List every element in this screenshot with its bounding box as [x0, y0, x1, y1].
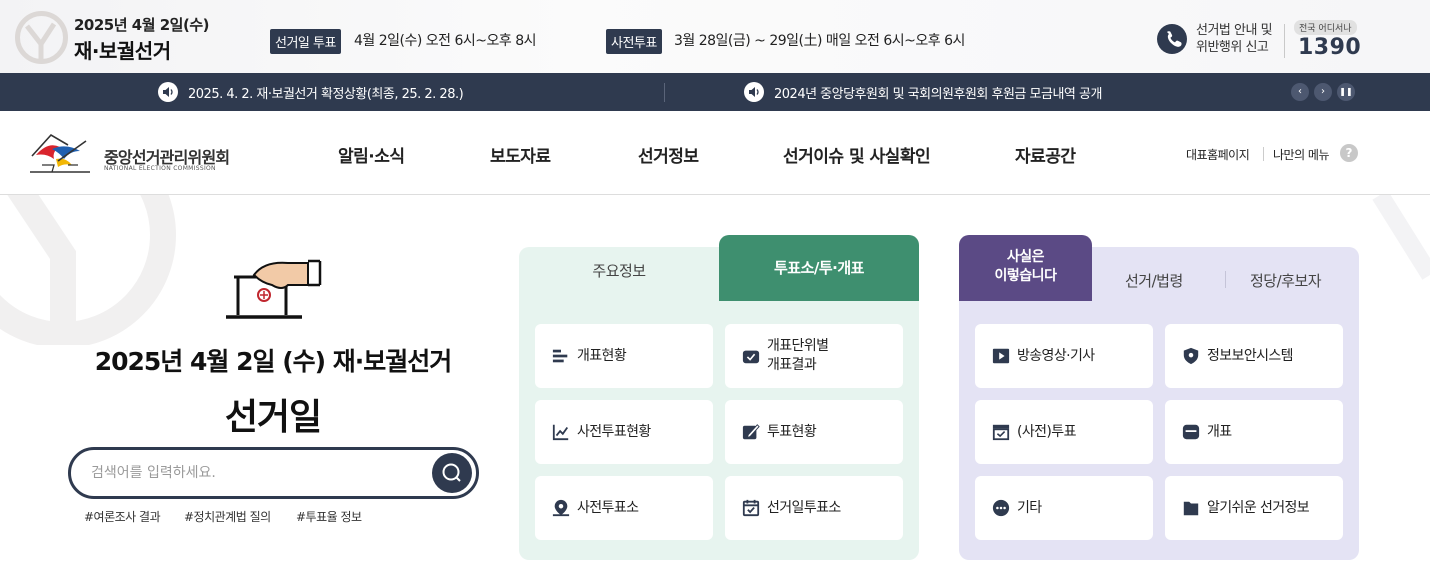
speaker-icon	[744, 82, 764, 102]
edit-check-icon	[741, 422, 761, 442]
tab-facts[interactable]: 사실은 이렇습니다	[959, 235, 1092, 301]
main-homepage-link[interactable]: 대표홈페이지	[1186, 146, 1250, 163]
location-pin-icon	[551, 498, 571, 518]
search-tag-law[interactable]: #정치관계법 질의	[184, 508, 271, 525]
help-icon[interactable]: ?	[1340, 144, 1358, 162]
chevron-right-icon: ›	[1321, 86, 1325, 97]
turnout-status-link[interactable]: 투표현황	[725, 400, 903, 464]
early-vote-tag: 사전투표	[606, 29, 662, 54]
trend-chart-icon	[551, 422, 571, 442]
pause-button[interactable]: ❚❚	[1337, 83, 1355, 101]
counting-box-icon	[1181, 422, 1201, 442]
folder-icon	[1181, 498, 1201, 518]
more-dots-icon	[991, 498, 1011, 518]
tab-polling-counting[interactable]: 투표소/투·개표	[719, 235, 919, 301]
ballot-box-icon	[741, 346, 761, 366]
shield-icon	[1181, 346, 1201, 366]
search-tag-turnout[interactable]: #투표율 정보	[296, 508, 362, 525]
early-polling-station-link[interactable]: 사전투표소	[535, 476, 713, 540]
next-button[interactable]: ›	[1314, 83, 1332, 101]
nav-menu-election-info[interactable]: 선거정보	[638, 142, 699, 167]
hotline-badge: 전국 어디서나	[1294, 20, 1357, 35]
notice-link-2[interactable]: 2024년 중앙당후원회 및 국회의원후원회 후원금 모금내역 공개	[774, 83, 1102, 102]
nav-menu-issues[interactable]: 선거이슈 및 사실확인	[783, 142, 931, 167]
prev-button[interactable]: ‹	[1291, 83, 1309, 101]
vote-count-status-link[interactable]: 개표현황	[535, 324, 713, 388]
easy-election-info-link[interactable]: 알기쉬운 선거정보	[1165, 476, 1343, 540]
pause-icon: ❚❚	[1339, 87, 1353, 96]
nav-menu-press[interactable]: 보도자료	[490, 142, 551, 167]
tab-party-candidate[interactable]: 정당/후보자	[1250, 270, 1322, 291]
tab-main-info[interactable]: 주요정보	[519, 260, 719, 281]
election-date: 2025년 4월 2일(수)	[74, 16, 209, 34]
early-voting-fact-link[interactable]: (사전)투표	[975, 400, 1153, 464]
election-emblem-icon	[15, 11, 68, 64]
notice-bar: 2025. 4. 2. 재·보궐선거 확정상황(최종, 25. 2. 28.) …	[0, 73, 1430, 111]
watermark-emblem-icon	[0, 195, 176, 345]
watermark-emblem-icon	[1372, 195, 1430, 280]
election-name: 재·보궐선거	[74, 39, 171, 63]
nav-menu-archive[interactable]: 자료공간	[1015, 142, 1076, 167]
play-icon	[991, 346, 1011, 366]
divider	[1263, 147, 1264, 161]
security-system-link[interactable]: 정보보안시스템	[1165, 324, 1343, 388]
election-day-tag: 선거일 투표	[270, 29, 341, 54]
ballot-box-illustration-icon	[226, 259, 322, 319]
nav-menu-news[interactable]: 알림·소식	[338, 142, 405, 167]
speaker-icon	[158, 82, 178, 102]
count-result-by-unit-link[interactable]: 개표단위별 개표결과	[725, 324, 903, 388]
org-name-english: NATIONAL ELECTION COMMISSION	[104, 165, 216, 172]
ballot-box-icon	[991, 422, 1011, 442]
tab-election-law[interactable]: 선거/법령	[1125, 270, 1183, 291]
search-button[interactable]	[432, 453, 472, 493]
divider	[1284, 24, 1285, 58]
election-banner: 2025년 4월 2일(수) 재·보궐선거 선거일 투표 4월 2일(수) 오전…	[0, 0, 1430, 73]
notice-link-1[interactable]: 2025. 4. 2. 재·보궐선거 확정상황(최종, 25. 2. 28.)	[188, 83, 464, 102]
election-day-heading: 선거일	[224, 397, 322, 438]
search-tag-polls[interactable]: #여론조사 결과	[84, 508, 161, 525]
nec-logo-icon[interactable]	[28, 131, 96, 177]
election-title: 2025년 4월 2일 (수) 재·보궐선거	[94, 347, 453, 376]
early-vote-status-link[interactable]: 사전투표현황	[535, 400, 713, 464]
search-box	[68, 447, 479, 499]
chevron-left-icon: ‹	[1298, 86, 1302, 97]
election-day-polling-station-link[interactable]: 선거일투표소	[725, 476, 903, 540]
early-vote-time: 3월 28일(금) ~ 29일(土) 매일 오전 6시~오후 6시	[674, 33, 965, 49]
phone-icon	[1157, 24, 1187, 54]
site-header: 중앙선거관리위원회 NATIONAL ELECTION COMMISSION 알…	[0, 111, 1430, 195]
election-day-time: 4월 2일(수) 오전 6시~오후 8시	[354, 33, 537, 49]
search-icon	[442, 463, 461, 482]
bar-list-icon	[551, 346, 571, 366]
etc-fact-link[interactable]: 기타	[975, 476, 1153, 540]
divider	[1225, 271, 1226, 288]
counting-fact-link[interactable]: 개표	[1165, 400, 1343, 464]
hotline-description: 선거법 안내 및 위반행위 신고	[1196, 23, 1273, 55]
divider	[664, 83, 665, 102]
broadcast-article-link[interactable]: 방송영상·기사	[975, 324, 1153, 388]
search-input[interactable]	[91, 462, 421, 484]
my-menu-link[interactable]: 나만의 메뉴	[1273, 146, 1330, 163]
calendar-check-icon	[741, 498, 761, 518]
hotline-number[interactable]: 1390	[1298, 35, 1361, 60]
